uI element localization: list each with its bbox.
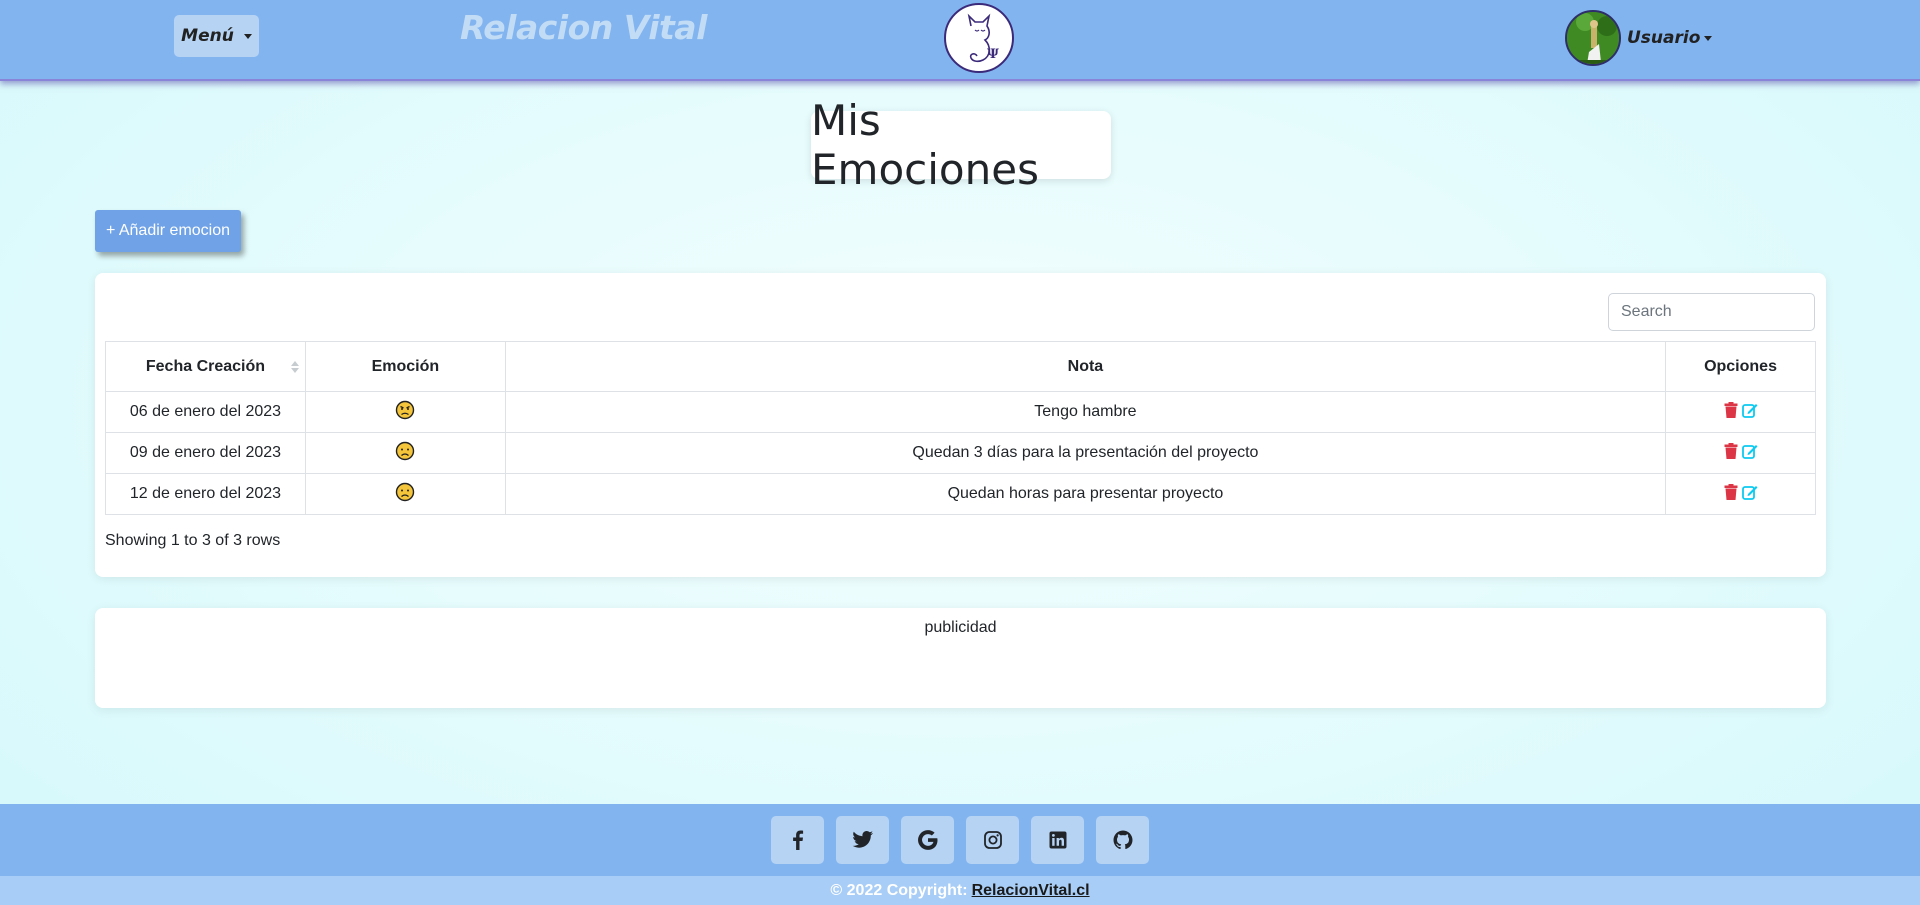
cell-fecha: 09 de enero del 2023 [105,432,306,474]
user-label: Usuario [1627,28,1701,48]
caret-down-icon [1704,35,1713,41]
menu-label: Menú [181,26,234,46]
user-dropdown-toggle[interactable]: Usuario [1627,28,1713,48]
emotions-table: Fecha Creación Emoción Nota Opciones 06 … [105,341,1816,515]
trash-icon[interactable] [1724,442,1738,459]
add-emotion-button[interactable]: + Añadir emocion [95,210,241,252]
header-fecha-sortable[interactable]: Fecha Creación [105,341,306,392]
trash-icon[interactable] [1724,401,1738,418]
edit-icon[interactable] [1741,443,1758,459]
brand-title[interactable]: Relacion Vital [460,8,707,47]
pagination-info: Showing 1 to 3 of 3 rows [105,532,281,549]
edit-icon[interactable] [1741,484,1758,500]
trash-icon[interactable] [1724,483,1738,500]
cell-opciones [1665,432,1816,474]
angry-face-icon [396,400,415,419]
frowning-face-icon [396,482,415,501]
table-row: 12 de enero del 2023 Quedan horas para p… [105,473,1816,515]
cell-nota: Quedan 3 días para la presentación del p… [504,432,1667,474]
footer-social-bar [0,804,1920,876]
facebook-button[interactable] [771,816,824,864]
cell-opciones [1665,473,1816,515]
avatar[interactable] [1565,10,1621,66]
emotions-table-card: Fecha Creación Emoción Nota Opciones 06 … [95,273,1826,577]
sort-icon [290,360,299,373]
header-opciones: Opciones [1665,341,1816,392]
table-row: 06 de enero del 2023 Tengo hambre [105,391,1816,433]
ad-label: publicidad [924,619,997,636]
svg-text:Ψ: Ψ [987,47,999,62]
cell-nota: Quedan horas para presentar proyecto [504,473,1667,515]
menu-dropdown-button[interactable]: Menú [174,15,259,57]
header-emocion: Emoción [304,341,506,392]
navbar: Menú Relacion Vital Ψ Usuario [0,0,1920,81]
table-row: 09 de enero del 2023 Quedan 3 días para … [105,432,1816,474]
instagram-button[interactable] [966,816,1019,864]
twitter-icon [852,831,873,848]
google-button[interactable] [901,816,954,864]
frowning-face-icon [396,441,415,460]
table-header-row: Fecha Creación Emoción Nota Opciones [105,341,1816,392]
search-input[interactable] [1608,293,1815,331]
header-nota: Nota [504,341,1667,392]
cell-fecha: 12 de enero del 2023 [105,473,306,515]
user-menu[interactable]: Usuario [1565,10,1713,66]
twitter-button[interactable] [836,816,889,864]
linkedin-icon [1049,831,1066,849]
facebook-icon [792,830,803,850]
copyright-text: © 2022 Copyright: [830,881,968,899]
google-icon [917,830,937,850]
cell-emocion [304,391,506,433]
cell-emocion [304,473,506,515]
cell-emocion [304,432,506,474]
footer-copyright: © 2022 Copyright: RelacionVital.cl [0,876,1920,905]
caret-down-icon [243,33,252,39]
site-link[interactable]: RelacionVital.cl [972,882,1090,900]
instagram-icon [983,831,1002,849]
cell-opciones [1665,391,1816,433]
edit-icon[interactable] [1741,402,1758,418]
github-icon [1113,830,1132,850]
github-button[interactable] [1096,816,1149,864]
page-title: Mis Emociones [811,96,1111,194]
ad-card: publicidad [95,608,1826,708]
cell-nota: Tengo hambre [504,391,1667,433]
cell-fecha: 06 de enero del 2023 [105,391,306,433]
header-label: Fecha Creación [145,357,266,375]
cat-psi-logo-icon[interactable]: Ψ [944,3,1014,73]
linkedin-button[interactable] [1031,816,1084,864]
